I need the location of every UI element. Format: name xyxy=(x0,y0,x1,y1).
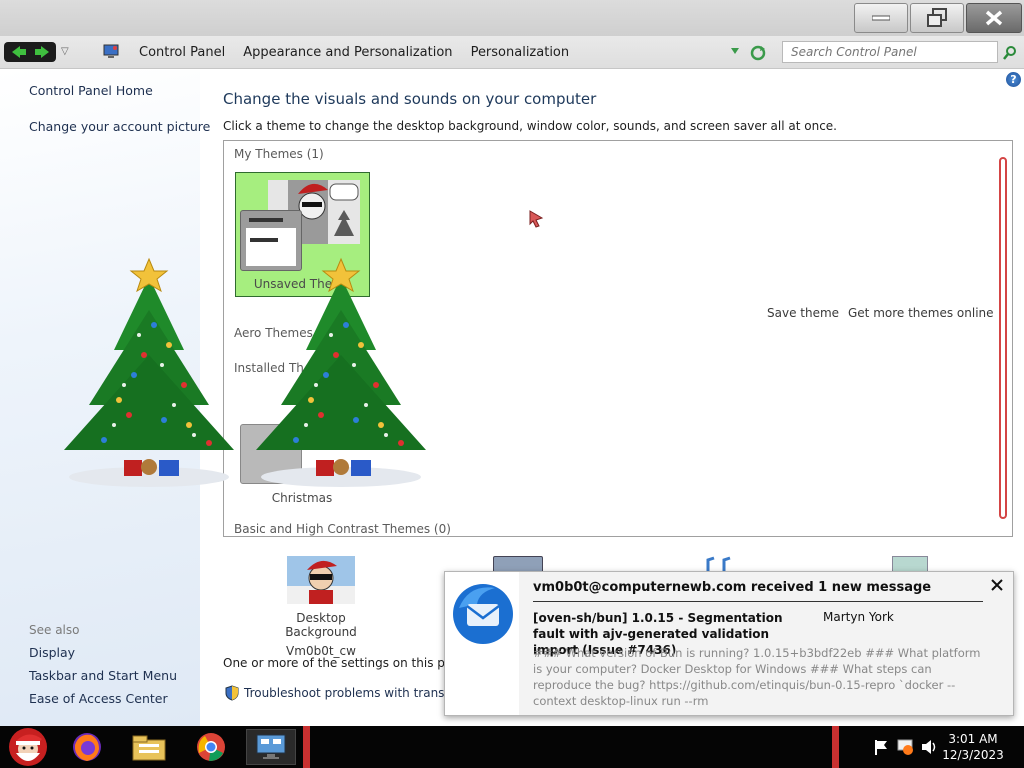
address-dropdown-icon[interactable] xyxy=(730,47,740,55)
control-panel-home-link[interactable]: Control Panel Home xyxy=(29,83,153,98)
breadcrumb: Control Panel Appearance and Personaliza… xyxy=(130,45,578,60)
breadcrumb-control-panel[interactable]: Control Panel xyxy=(130,45,234,60)
themes-scrollbar[interactable] xyxy=(999,157,1007,519)
change-account-picture-link[interactable]: Change your account picture xyxy=(29,119,210,134)
search-icon[interactable] xyxy=(1003,46,1017,60)
search-box xyxy=(782,41,998,63)
desktop-background-label: Desktop Background xyxy=(285,611,357,639)
caption-buttons xyxy=(854,3,1022,33)
thunderbird-icon xyxy=(453,584,513,644)
shield-icon xyxy=(225,685,239,701)
desktop-background-thumbnail xyxy=(287,556,355,604)
restore-icon xyxy=(927,8,947,27)
notification-icon-area xyxy=(445,572,519,715)
clock-date: 12/3/2023 xyxy=(942,748,1004,762)
network-icon[interactable] xyxy=(896,738,916,756)
volume-icon[interactable] xyxy=(920,738,938,756)
page-subtitle: Click a theme to change the desktop back… xyxy=(223,119,837,133)
basic-themes-heading: Basic and High Contrast Themes (0) xyxy=(234,522,451,536)
see-also-heading: See also xyxy=(29,623,80,637)
notification-close-icon[interactable] xyxy=(991,579,1003,591)
close-icon xyxy=(985,10,1003,26)
clock-time: 3:01 AM xyxy=(948,732,998,746)
close-button[interactable] xyxy=(966,3,1022,33)
recent-pages-dropdown-icon[interactable]: ▽ xyxy=(61,46,69,57)
taskbar-control-panel[interactable] xyxy=(246,729,296,765)
desktop-background-item[interactable]: Desktop Background Vm0b0t_cw xyxy=(262,556,380,658)
mail-notification[interactable]: vm0b0t@computernewb.com received 1 new m… xyxy=(444,571,1014,716)
minimize-icon xyxy=(872,15,890,21)
save-theme-link[interactable]: Save theme xyxy=(767,306,839,320)
taskbar-start-menu-link[interactable]: Taskbar and Start Menu xyxy=(29,668,177,683)
chrome-icon xyxy=(197,733,225,761)
file-explorer-icon xyxy=(132,735,166,761)
get-more-themes-link[interactable]: Get more themes online xyxy=(848,306,994,320)
breadcrumb-personalization[interactable]: Personalization xyxy=(462,45,579,60)
help-icon[interactable]: ? xyxy=(1006,72,1021,87)
nav-buttons xyxy=(4,42,56,62)
taskbar-chrome[interactable] xyxy=(186,729,236,765)
taskbar-firefox[interactable] xyxy=(62,729,112,765)
minimize-button[interactable] xyxy=(854,3,908,33)
title-bar xyxy=(0,0,1024,36)
back-arrow-icon[interactable] xyxy=(10,45,28,59)
start-button[interactable] xyxy=(2,727,54,767)
action-center-flag-icon[interactable] xyxy=(872,738,890,756)
control-panel-icon xyxy=(103,44,119,58)
refresh-icon[interactable] xyxy=(749,44,767,62)
santa-start-icon xyxy=(9,728,47,766)
taskbar: 3:01 AM 12/3/2023 xyxy=(0,726,1024,768)
my-themes-heading: My Themes (1) xyxy=(234,147,324,161)
firefox-icon xyxy=(73,733,101,761)
notification-title: vm0b0t@computernewb.com received 1 new m… xyxy=(533,580,932,595)
restore-button[interactable] xyxy=(910,3,964,33)
mouse-cursor-icon xyxy=(529,210,544,228)
address-bar: ▽ Control Panel Appearance and Personali… xyxy=(0,36,1024,69)
ease-of-access-link[interactable]: Ease of Access Center xyxy=(29,691,168,706)
breadcrumb-appearance[interactable]: Appearance and Personalization xyxy=(234,45,461,60)
notification-divider xyxy=(533,601,983,602)
control-panel-icon xyxy=(256,734,286,759)
display-link[interactable]: Display xyxy=(29,645,75,660)
taskbar-divider-left xyxy=(303,726,310,768)
christmas-tree-decoration-2 xyxy=(256,257,426,487)
christmas-theme-label: Christmas xyxy=(271,491,333,505)
troubleshoot-transparency-link[interactable]: Troubleshoot problems with transpare xyxy=(244,686,471,700)
notification-sender: Martyn York xyxy=(823,610,894,624)
taskbar-clock[interactable]: 3:01 AM 12/3/2023 xyxy=(941,731,1005,763)
page-title: Change the visuals and sounds on your co… xyxy=(223,90,597,108)
notification-preview: ### What version of Bun is running? 1.0.… xyxy=(533,646,981,708)
search-input[interactable] xyxy=(783,42,997,62)
christmas-tree-decoration xyxy=(64,257,234,487)
taskbar-file-explorer[interactable] xyxy=(124,729,174,765)
forward-arrow-icon[interactable] xyxy=(33,45,51,59)
taskbar-divider-right xyxy=(832,726,839,768)
settings-note: One or more of the settings on this page… xyxy=(223,656,479,670)
